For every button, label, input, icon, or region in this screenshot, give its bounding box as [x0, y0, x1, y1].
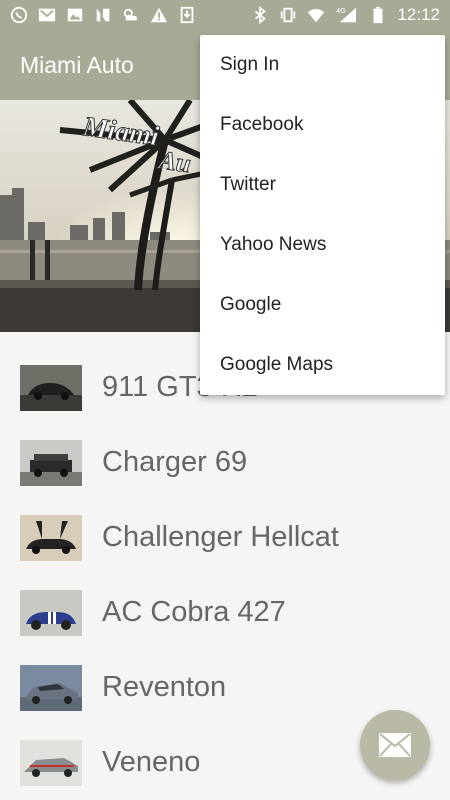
gmail-icon	[38, 6, 56, 24]
menu-item-google-maps[interactable]: Google Maps	[200, 335, 445, 395]
car-name: Challenger Hellcat	[102, 521, 339, 553]
weather-icon	[122, 6, 140, 24]
mail-icon	[379, 733, 411, 757]
system-icons: 4G 12:12	[251, 5, 450, 25]
overflow-menu: Sign In Facebook Twitter Yahoo News Goog…	[200, 35, 445, 395]
car-thumbnail	[20, 739, 82, 786]
car-thumbnail	[20, 439, 82, 486]
car-name: Veneno	[102, 746, 201, 778]
menu-item-sign-in[interactable]: Sign In	[200, 35, 445, 95]
car-thumbnail	[20, 514, 82, 561]
menu-item-yahoo-news[interactable]: Yahoo News	[200, 215, 445, 275]
mail-fab-button[interactable]	[360, 710, 430, 780]
status-bar: 4G 12:12	[0, 0, 450, 30]
notification-icons	[0, 6, 196, 24]
whatsapp-icon	[10, 6, 28, 24]
clock: 12:12	[397, 5, 440, 24]
car-thumbnail	[20, 364, 82, 411]
hero-text-line2: Au	[155, 145, 193, 178]
download-icon	[178, 6, 196, 24]
wifi-icon	[307, 6, 325, 24]
bluetooth-icon	[251, 6, 269, 24]
image-icon	[66, 6, 84, 24]
list-item[interactable]: AC Cobra 427	[0, 575, 450, 650]
list-item[interactable]: Charger 69	[0, 425, 450, 500]
menu-item-facebook[interactable]: Facebook	[200, 95, 445, 155]
warning-icon	[150, 6, 168, 24]
n-icon	[94, 6, 112, 24]
signal-icon: 4G	[335, 6, 359, 24]
car-name: Charger 69	[102, 446, 248, 478]
menu-item-google[interactable]: Google	[200, 275, 445, 335]
vibrate-icon	[279, 6, 297, 24]
car-name: AC Cobra 427	[102, 596, 286, 628]
app-title: Miami Auto	[20, 51, 134, 78]
menu-item-twitter[interactable]: Twitter	[200, 155, 445, 215]
car-thumbnail	[20, 664, 82, 711]
list-item[interactable]: Challenger Hellcat	[0, 500, 450, 575]
car-thumbnail	[20, 589, 82, 636]
battery-icon	[369, 6, 387, 24]
network-type: 4G	[337, 6, 347, 15]
car-name: Reventon	[102, 671, 227, 703]
